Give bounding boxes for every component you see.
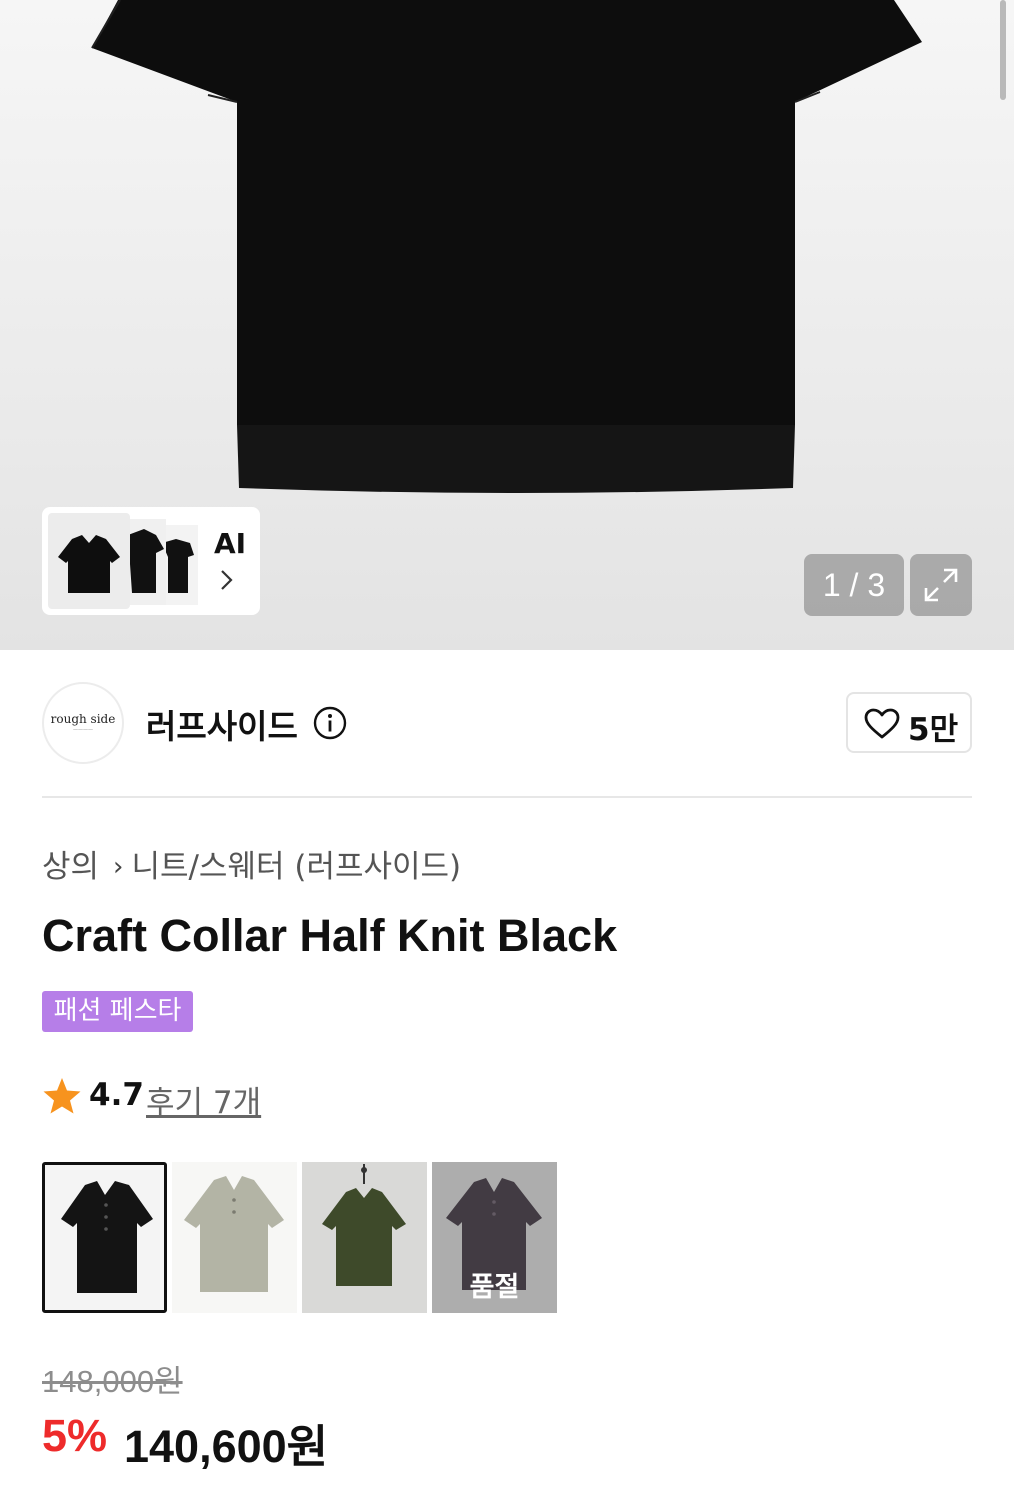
color-option-khaki[interactable] (302, 1162, 427, 1313)
expand-image-button[interactable] (910, 554, 972, 616)
like-count: 5만 (908, 712, 959, 748)
breadcrumb-item-subcategory[interactable]: 니트/스웨터 (러프사이드) (131, 849, 461, 885)
breadcrumb-item-category[interactable]: 상의 (42, 849, 99, 885)
page-scrollbar[interactable] (1000, 0, 1006, 100)
brand-logo-tagline: ———— (73, 727, 93, 733)
color-thumbnail-sage (172, 1162, 297, 1313)
ai-thumbnail-stack (48, 513, 198, 609)
promo-badge: 패션 페스타 (42, 991, 193, 1032)
section-divider (42, 796, 972, 798)
final-price: 140,600원 (124, 1421, 329, 1472)
like-brand-button[interactable]: 5만 (846, 692, 972, 753)
breadcrumb-separator: › (113, 852, 124, 882)
product-title: Craft Collar Half Knit Black (42, 910, 618, 961)
brand-logo[interactable]: rough side ———— (42, 682, 124, 764)
discount-rate: 5% (42, 1410, 108, 1461)
chevron-right-icon (221, 570, 233, 590)
rating-value: 4.7 (89, 1077, 144, 1113)
info-icon[interactable] (313, 706, 347, 740)
original-price: 148,000원 (42, 1364, 183, 1399)
expand-icon (924, 568, 958, 602)
color-thumbnail-black (45, 1165, 164, 1310)
heart-icon (864, 708, 900, 739)
sold-out-label: 품절 (469, 1272, 520, 1303)
brand-name[interactable]: 러프사이드 (146, 700, 298, 748)
image-counter: 1 / 3 (804, 554, 904, 616)
review-count-link[interactable]: 후기 7개 (146, 1077, 261, 1122)
color-option-purple[interactable]: 품절 (432, 1162, 557, 1313)
color-thumbnail-khaki (302, 1162, 427, 1313)
color-option-black[interactable] (42, 1162, 167, 1313)
star-icon (43, 1078, 81, 1114)
breadcrumb: 상의 › 니트/스웨터 (러프사이드) (42, 841, 461, 886)
color-option-sage[interactable] (172, 1162, 297, 1313)
product-image-gallery[interactable]: AI 1 / 3 (0, 0, 1014, 650)
ai-similar-thumbnails[interactable]: AI (42, 507, 260, 615)
brand-logo-text: rough side (50, 712, 116, 726)
ai-label: AI (214, 527, 247, 560)
